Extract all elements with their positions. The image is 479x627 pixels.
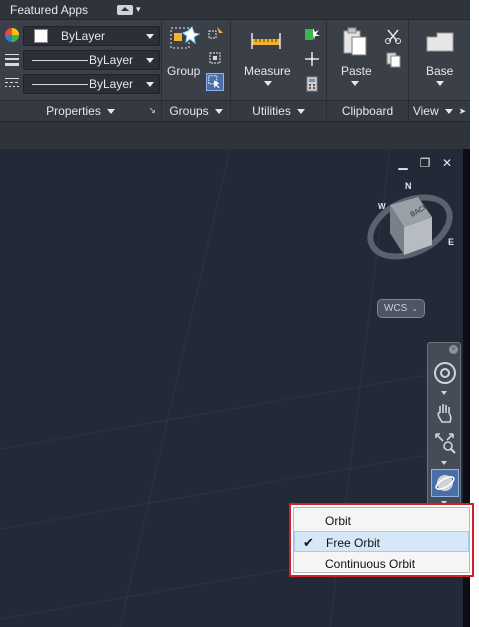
checkmark-icon: ✔ — [303, 535, 314, 550]
command-strip — [0, 121, 470, 149]
color-value: ByLayer — [61, 29, 106, 43]
minimize-icon[interactable]: ▁ — [397, 156, 409, 170]
chevron-down-icon[interactable] — [441, 391, 447, 395]
ungroup-icon[interactable] — [207, 25, 225, 43]
ribbon: Featured Apps ▾ ByLayer ByLayer ByLayer … — [0, 0, 470, 121]
chevron-down-icon: ⌄ — [411, 304, 419, 313]
lineweight-dropdown[interactable]: ByLayer — [23, 50, 160, 70]
groups-panel: Group Groups — [162, 21, 231, 121]
ribbon-panels: ByLayer ByLayer ByLayer Properties ↘ Gro… — [0, 21, 470, 121]
measure-icon[interactable] — [250, 29, 282, 53]
orbit-icon — [435, 475, 455, 491]
zoom-extents-button[interactable] — [431, 429, 459, 457]
zoom-extents-icon — [435, 433, 456, 454]
menu-item-continuous-orbit[interactable]: Continuous Orbit — [294, 553, 469, 574]
lineweight-preview — [32, 60, 88, 61]
group-icon[interactable] — [168, 25, 200, 57]
calculator-icon[interactable] — [303, 75, 321, 93]
linetype-value: ByLayer — [88, 77, 133, 91]
menu-body: Orbit ✔ Free Orbit Continuous Orbit — [293, 507, 470, 573]
groups-panel-label: Groups — [169, 104, 209, 118]
launcher-arrow-icon[interactable]: ➤ — [459, 106, 467, 117]
lineweight-value: ByLayer — [88, 53, 133, 67]
chevron-down-icon — [106, 108, 115, 114]
measure-button-label[interactable]: Measure — [244, 64, 291, 78]
view-panel-footer[interactable]: View ➤ — [409, 100, 470, 121]
chevron-down-icon[interactable] — [436, 81, 444, 86]
orbit-button[interactable] — [431, 469, 459, 497]
close-icon[interactable]: × — [449, 345, 458, 354]
paste-icon[interactable] — [341, 27, 369, 57]
close-icon[interactable]: ✕ — [441, 156, 453, 170]
restore-icon[interactable]: ❐ — [419, 156, 431, 170]
paste-button-label[interactable]: Paste — [341, 64, 372, 78]
quick-select-icon[interactable] — [303, 26, 321, 44]
pan-button[interactable] — [431, 399, 459, 427]
properties-panel: ByLayer ByLayer ByLayer Properties ↘ — [0, 21, 162, 121]
cut-icon[interactable] — [384, 27, 402, 45]
viewcube[interactable]: BACK N E W — [360, 175, 460, 275]
dialog-launcher-icon[interactable]: ↘ — [148, 105, 156, 116]
dropdown-arrow-icon — [146, 82, 154, 87]
clipboard-panel-footer[interactable]: Clipboard — [327, 100, 408, 121]
groups-panel-footer[interactable]: Groups — [162, 100, 230, 121]
menu-item-orbit[interactable]: Orbit — [294, 510, 469, 531]
dropdown-arrow-icon — [146, 58, 154, 63]
menu-item-label: Continuous Orbit — [325, 557, 416, 571]
menu-item-label: Orbit — [325, 514, 352, 528]
copy-icon[interactable] — [384, 51, 402, 69]
wcs-menu-button[interactable]: WCS ⌄ — [377, 299, 425, 318]
lineweight-icon[interactable] — [4, 51, 20, 67]
pan-hand-icon — [437, 404, 452, 423]
chevron-down-icon — [296, 108, 305, 114]
chevron-down-icon[interactable] — [441, 461, 447, 465]
view-panel: Base View ➤ — [409, 21, 470, 121]
chevron-down-icon[interactable] — [264, 81, 272, 86]
chevron-down-icon[interactable]: ▾ — [136, 4, 141, 15]
tab-featured-apps[interactable]: Featured Apps — [10, 3, 88, 17]
compass-north: N — [405, 181, 412, 191]
linetype-icon[interactable] — [4, 75, 20, 91]
linetype-preview — [32, 84, 88, 85]
minimize-ribbon-toggle-icon[interactable] — [117, 5, 133, 15]
clipboard-panel: Paste Clipboard — [327, 21, 409, 121]
properties-panel-footer[interactable]: Properties ↘ — [0, 100, 161, 121]
ribbon-tab-bar: Featured Apps ▾ — [0, 0, 470, 20]
base-button-label[interactable]: Base — [426, 64, 453, 78]
utilities-panel-footer[interactable]: Utilities — [231, 100, 326, 121]
group-selection-icon[interactable] — [206, 73, 224, 91]
viewport-controls: ▁ ❐ ✕ — [397, 156, 453, 170]
group-edit-icon[interactable] — [207, 50, 225, 68]
utilities-panel: Measure Utilities — [231, 21, 327, 121]
properties-panel-label: Properties — [46, 104, 101, 118]
menu-item-free-orbit[interactable]: ✔ Free Orbit — [294, 531, 469, 552]
point-style-icon[interactable] — [303, 50, 321, 68]
compass-west: W — [378, 202, 386, 211]
menu-item-label: Free Orbit — [326, 536, 381, 550]
wcs-label: WCS — [384, 303, 408, 314]
utilities-panel-label: Utilities — [252, 104, 291, 118]
clipboard-panel-label: Clipboard — [341, 104, 394, 118]
chevron-down-icon[interactable] — [351, 81, 359, 86]
color-swatch — [34, 29, 48, 43]
steeringwheel-button[interactable] — [431, 359, 459, 387]
orbit-dropdown-menu: Orbit ✔ Free Orbit Continuous Orbit — [289, 503, 474, 577]
steering-wheel-icon — [434, 362, 456, 384]
view-panel-label: View — [412, 104, 439, 118]
navigation-bar: × — [427, 342, 461, 512]
base-view-icon[interactable] — [425, 29, 455, 55]
linetype-dropdown[interactable]: ByLayer — [23, 74, 160, 94]
chevron-down-icon — [214, 108, 223, 114]
group-button-label[interactable]: Group — [167, 64, 200, 78]
color-wheel-icon[interactable] — [4, 27, 20, 43]
color-dropdown[interactable]: ByLayer — [23, 26, 160, 46]
dropdown-arrow-icon — [146, 34, 154, 39]
compass-east: E — [448, 237, 454, 247]
chevron-down-icon — [444, 108, 453, 114]
